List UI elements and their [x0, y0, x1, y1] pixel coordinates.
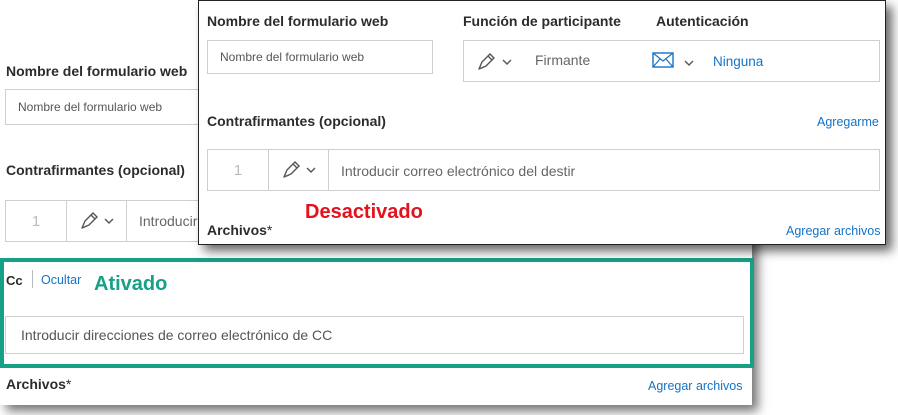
pen-icon	[476, 52, 498, 72]
chevron-down-icon	[306, 161, 316, 179]
add-files-link[interactable]: Agregar archivos	[786, 224, 881, 238]
files-label-text: Archivos	[6, 376, 66, 392]
role-value: Firmante	[535, 52, 591, 68]
role-selector[interactable]	[476, 52, 512, 72]
required-mark: *	[65, 376, 72, 392]
chevron-down-icon	[502, 53, 512, 71]
files-label: Archivos*	[6, 376, 71, 392]
webform-name-label: Nombre del formulario web	[6, 63, 188, 79]
participant-row: Firmante Ninguna	[463, 40, 880, 82]
webform-name-placeholder: Nombre del formulario web	[220, 50, 365, 64]
role-selector[interactable]	[67, 201, 127, 241]
countersigner-row-number: 1	[6, 201, 67, 241]
chevron-down-icon	[684, 54, 694, 72]
foreground-form-panel: Nombre del formulario web Nombre del for…	[198, 0, 886, 245]
countersigner-email-input[interactable]: Introducir correo electrónico del destir	[341, 163, 575, 179]
mail-icon	[652, 52, 674, 73]
auth-selector[interactable]	[652, 52, 694, 73]
countersigner-row-number: 1	[208, 150, 269, 190]
countersigner-email-input[interactable]: Introducir	[139, 213, 197, 229]
add-me-link[interactable]: Agregarme	[817, 115, 879, 129]
files-label-text: Archivos	[207, 222, 267, 238]
authentication-label: Autenticación	[656, 13, 749, 29]
chevron-down-icon	[104, 212, 114, 230]
countersigners-label: Contrafirmantes (opcional)	[207, 113, 386, 129]
webform-name-input[interactable]: Nombre del formulario web	[5, 89, 215, 125]
webform-name-input[interactable]: Nombre del formulario web	[207, 40, 433, 74]
pen-icon	[79, 211, 101, 231]
required-mark: *	[266, 222, 273, 238]
webform-name-placeholder: Nombre del formulario web	[18, 100, 163, 114]
role-selector[interactable]	[269, 150, 329, 190]
auth-value[interactable]: Ninguna	[713, 54, 763, 69]
add-files-link[interactable]: Agregar archivos	[648, 379, 743, 393]
countersigner-row[interactable]: 1 Introducir	[5, 200, 225, 242]
files-label: Archivos*	[207, 222, 272, 238]
disabled-annotation: Desactivado	[305, 201, 423, 223]
countersigner-row[interactable]: 1 Introducir correo electrónico del dest…	[207, 149, 880, 191]
countersigners-label: Contrafirmantes (opcional)	[6, 162, 185, 178]
pen-icon	[281, 160, 303, 180]
participant-role-label: Función de participante	[463, 13, 621, 29]
enabled-annotation: Ativado	[94, 273, 168, 295]
webform-name-label: Nombre del formulario web	[207, 13, 389, 29]
